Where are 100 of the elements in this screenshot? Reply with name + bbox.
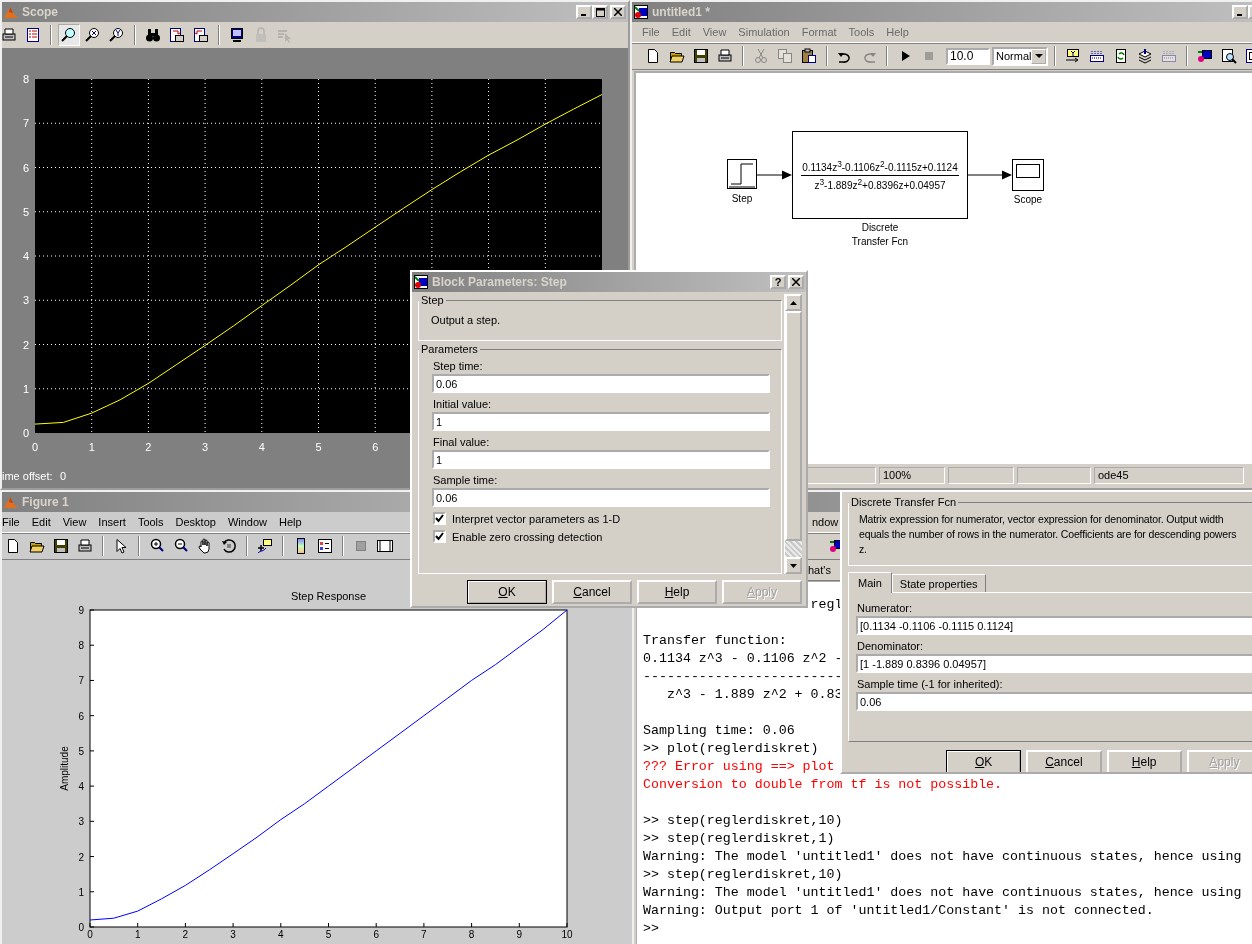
scope-block[interactable]	[1012, 159, 1044, 191]
scroll-down-button[interactable]	[785, 557, 802, 574]
dialog-button[interactable]: Help	[1106, 750, 1182, 772]
error-line: ??? Error using ==> plot	[643, 758, 835, 776]
menu-item[interactable]: Desktop	[169, 516, 222, 528]
y-tick-label: 1	[22, 382, 29, 395]
caret-icon[interactable]	[1034, 53, 1043, 59]
up-arrow-icon[interactable]	[790, 300, 797, 305]
denominator-text: z$^{3}$-1.889z$^{2}$+0.8396z+0.04957	[814, 175, 946, 191]
status-pane	[948, 467, 1014, 484]
x-tick-label: 9	[516, 929, 523, 940]
simulation-mode-dropdown[interactable]: Normal	[992, 46, 1049, 66]
dialog-button[interactable]: Cancel	[552, 580, 632, 604]
scroll-up-button[interactable]	[785, 294, 802, 311]
console-line: >> step(reglerdiskret,10)	[643, 812, 843, 830]
y-tick-label: 6	[78, 710, 84, 722]
x-tick-label: 8	[468, 929, 475, 940]
y-tick-label: 5	[22, 205, 29, 218]
scroll-thumb[interactable]	[785, 311, 802, 541]
minimize-button[interactable]	[576, 5, 592, 19]
field-label: Step time:	[433, 360, 484, 372]
dialog-button[interactable]: OK	[946, 750, 1022, 772]
x-tick-label: 2	[145, 441, 152, 453]
window-title: Figure 1	[22, 495, 69, 509]
y-tick-label: 1	[78, 886, 84, 898]
zoom-level: 100%	[879, 467, 945, 484]
dialog-button[interactable]: Help	[637, 580, 717, 604]
input-field[interactable]: [1 -1.889 0.8396 0.04957]	[856, 654, 1252, 673]
console-line: 0.1134 z^3 - 0.1106 z^2 -	[643, 650, 843, 668]
checkbox[interactable]	[433, 530, 446, 543]
minimize-button[interactable]	[1232, 5, 1248, 19]
model-icon	[414, 275, 428, 289]
x-tick-label: 0	[31, 441, 39, 453]
numerator-text: 0.1134z$^{3}$-0.1106z$^{2}$-0.1115z+0.1124	[801, 159, 959, 176]
step-block[interactable]	[727, 159, 757, 189]
help-button[interactable]: ?	[770, 275, 786, 289]
vertical-scrollbar[interactable]	[784, 294, 802, 574]
block-label: Scope	[1012, 193, 1044, 207]
menu-item[interactable]: Help	[880, 26, 915, 38]
tab[interactable]: State properties	[891, 574, 986, 592]
close-icon[interactable]	[614, 8, 622, 16]
y-tick-label: 2	[78, 851, 84, 863]
group-title: Discrete Transfer Fcn	[850, 496, 958, 508]
menu-item[interactable]: Help	[273, 516, 308, 528]
model-icon	[634, 5, 648, 19]
x-tick-label: 7	[421, 929, 427, 940]
window-title: untitled1 *	[652, 5, 710, 19]
menu-item[interactable]: Insert	[92, 516, 132, 528]
input-field[interactable]: [0.1134 -0.1106 -0.1115 0.1124]	[856, 616, 1252, 635]
group-title: Step	[420, 294, 445, 306]
console-line: Transfer function:	[643, 632, 787, 650]
menu-item[interactable]: File	[636, 26, 666, 38]
group-title: Parameters	[420, 343, 479, 355]
block-label: Step	[730, 192, 754, 206]
x-tick-label: 0	[87, 929, 93, 940]
y-tick-label: 6	[22, 161, 29, 174]
menu-item[interactable]: File	[2, 516, 26, 528]
menu-item[interactable]: Window	[221, 516, 274, 528]
signal-arrow	[967, 170, 1012, 180]
y-tick-label: 2	[22, 338, 29, 351]
menu-item[interactable]: Tools	[842, 26, 881, 38]
x-tick-label: 4	[258, 441, 265, 453]
input-field[interactable]: 1	[432, 450, 770, 469]
menu-item[interactable]: View	[696, 26, 733, 38]
zoom-icon[interactable]	[58, 24, 80, 46]
checkbox[interactable]	[433, 512, 446, 525]
close-icon[interactable]	[792, 278, 800, 286]
console-line: Warning: Output port 1 of 'untitled1/Constant' is not connected.	[643, 902, 1154, 920]
down-arrow-icon[interactable]	[790, 563, 797, 568]
console-line: Sampling time: 0.06	[643, 722, 795, 740]
menu-item[interactable]: Edit	[665, 26, 697, 38]
transfer-function-block[interactable]: 0.1134z$^{3}$-0.1106z$^{2}$-0.1115z+0.1124 z$^{3}$-1.889z$^{2}$+0.8396z+0.04957	[792, 131, 968, 219]
input-field[interactable]: 0.06	[432, 488, 770, 507]
y-tick-label: 7	[78, 675, 84, 687]
y-tick-label: 8	[78, 640, 84, 652]
dialog-button[interactable]: OK	[467, 580, 547, 604]
input-field[interactable]: 0.06	[856, 692, 1252, 711]
menu-item[interactable]: Simulation	[732, 26, 796, 38]
input-field[interactable]: 1	[432, 412, 770, 431]
close-button[interactable]	[610, 5, 626, 19]
close-button[interactable]	[788, 275, 804, 289]
console-line: -------------------------	[643, 668, 843, 686]
tab[interactable]: Main	[848, 572, 892, 593]
console-line: >> plot(reglerdiskret)	[643, 740, 819, 758]
peak-logo-icon	[4, 5, 18, 19]
x-tick-label: 5	[325, 929, 332, 940]
dialog-button[interactable]: Cancel	[1026, 750, 1102, 772]
stop-time-field[interactable]: 10.0	[946, 47, 990, 65]
menu-item[interactable]: Format	[795, 26, 843, 38]
y-tick-label: 4	[22, 250, 29, 262]
y-tick-label: 3	[22, 294, 29, 307]
shortcut-link[interactable]: hat's	[808, 564, 831, 576]
x-tick-label: 2	[182, 929, 189, 940]
menu-item[interactable]: Tools	[131, 516, 170, 528]
menu-item[interactable]: ndow	[806, 516, 845, 528]
field-label: Final value:	[433, 436, 491, 448]
input-field[interactable]: 0.06	[432, 374, 770, 393]
menu-item[interactable]: Edit	[25, 516, 57, 528]
field-label: Initial value:	[433, 398, 493, 410]
menu-item[interactable]: View	[56, 516, 93, 528]
